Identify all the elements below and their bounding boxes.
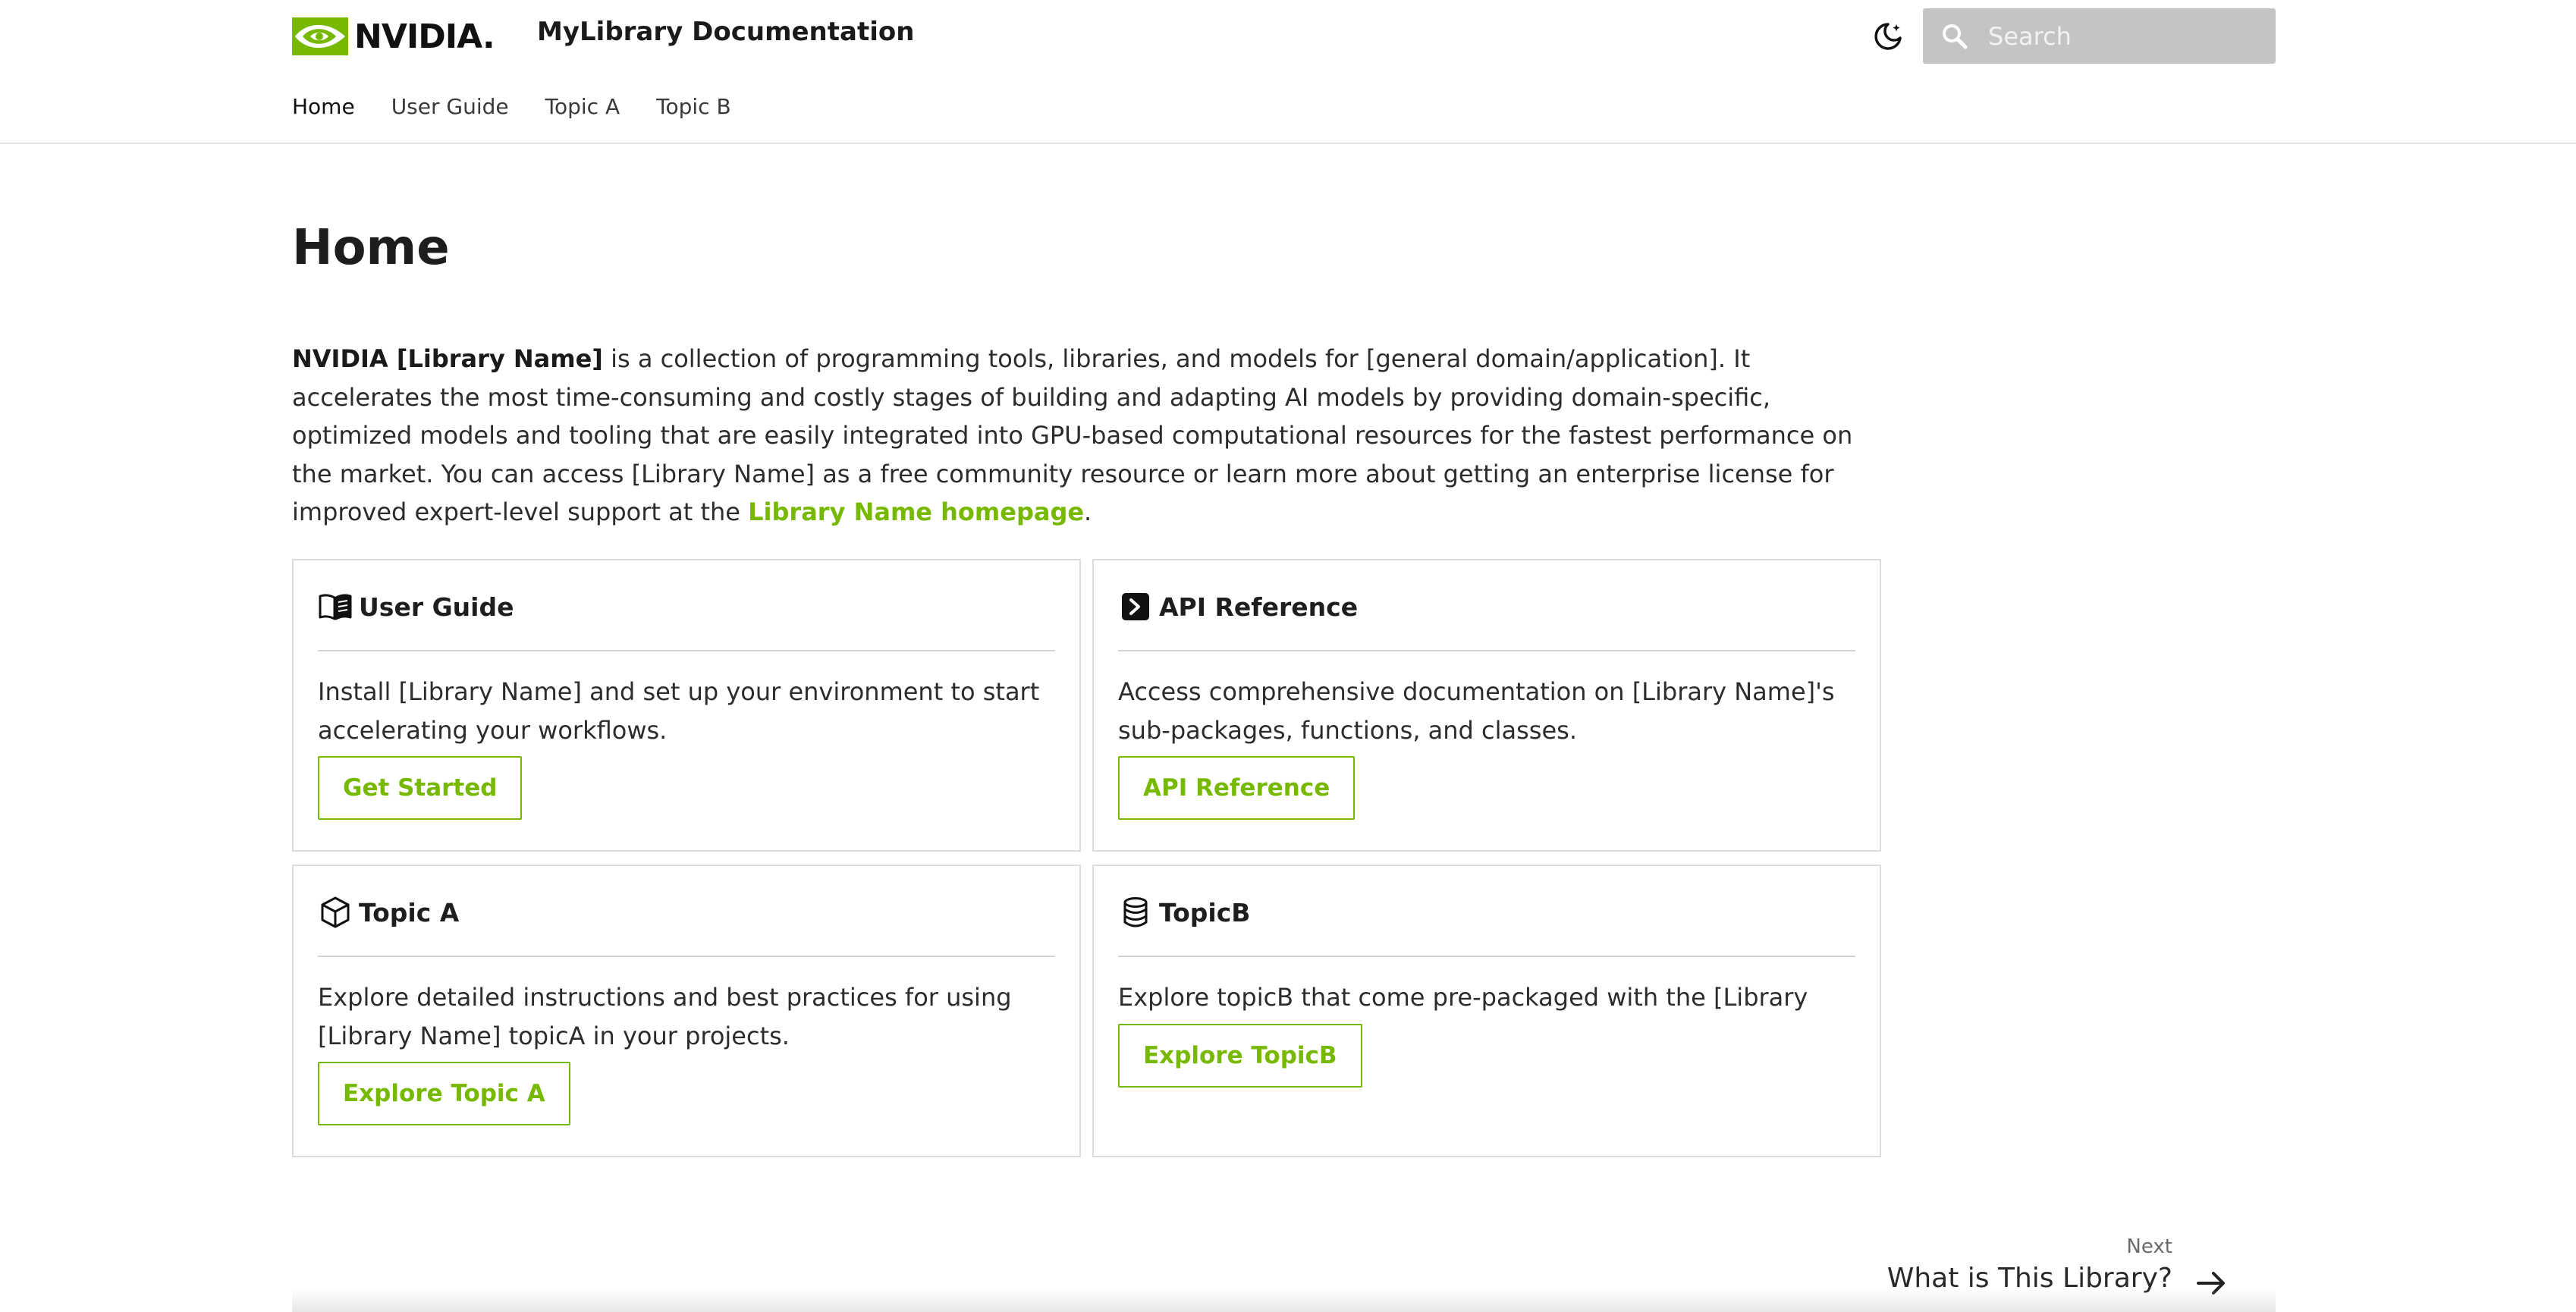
card-topic-b: TopicB Explore topicB that come pre-pack… [1092,865,1881,1157]
library-homepage-link[interactable]: Library Name homepage [748,497,1084,526]
card-user-guide: User Guide Install [Library Name] and se… [292,559,1081,852]
intro-end: . [1084,497,1092,526]
next-label: Next [2126,1235,2172,1258]
search-icon [1940,20,1971,52]
divider [1118,650,1855,651]
card-description: Explore detailed instructions and best p… [318,983,1012,1050]
card-topic-a: Topic A Explore detailed instructions an… [292,865,1081,1157]
card-header: TopicB [1118,893,1250,931]
site-header: NVIDIA. MyLibrary Documentation Home Use… [0,0,2576,144]
card-header: Topic A [318,893,459,931]
top-bar: NVIDIA. MyLibrary Documentation [292,0,2276,72]
card-header: API Reference [1118,588,1358,626]
moon-icon [1874,23,1902,50]
card-title: API Reference [1159,592,1359,622]
card-api-reference: API Reference Access comprehensive docum… [1092,559,1881,852]
database-icon [1118,895,1153,930]
nvidia-eye-icon [292,17,348,55]
nav-item-topic-a[interactable]: Topic A [545,94,620,119]
nvidia-logo[interactable]: NVIDIA. [292,14,495,59]
card-header: User Guide [318,588,514,626]
nav-item-topic-b[interactable]: Topic B [656,94,731,119]
api-reference-button[interactable]: API Reference [1118,756,1356,820]
cube-icon [318,895,353,930]
book-icon [318,589,353,624]
page-title: Home [292,220,450,276]
divider [1118,956,1855,957]
terminal-icon [1118,589,1153,624]
search-box[interactable] [1923,8,2276,64]
get-started-button[interactable]: Get Started [318,756,523,820]
card-title: Topic A [359,897,460,928]
intro-paragraph: NVIDIA [Library Name] is a collection of… [292,340,1881,532]
card-title: User Guide [359,592,514,622]
explore-topic-b-button[interactable]: Explore TopicB [1118,1024,1362,1088]
theme-toggle-button[interactable] [1868,17,1908,56]
card-description: Access comprehensive documentation on [L… [1118,677,1835,745]
intro-bold: NVIDIA [Library Name] [292,344,603,373]
site-title[interactable]: MyLibrary Documentation [537,17,914,47]
divider [318,956,1055,957]
search-input[interactable] [1988,21,2261,51]
footer-shadow [292,1289,2276,1312]
divider [318,650,1055,651]
explore-topic-a-button[interactable]: Explore Topic A [318,1062,570,1125]
card-title: TopicB [1159,897,1251,928]
main-nav: Home User Guide Topic A Topic B [292,94,731,119]
nav-item-home[interactable]: Home [292,94,355,119]
nav-item-user-guide[interactable]: User Guide [391,94,509,119]
logo-wordmark: NVIDIA. [354,17,495,56]
card-description: Install [Library Name] and set up your e… [318,677,1040,745]
